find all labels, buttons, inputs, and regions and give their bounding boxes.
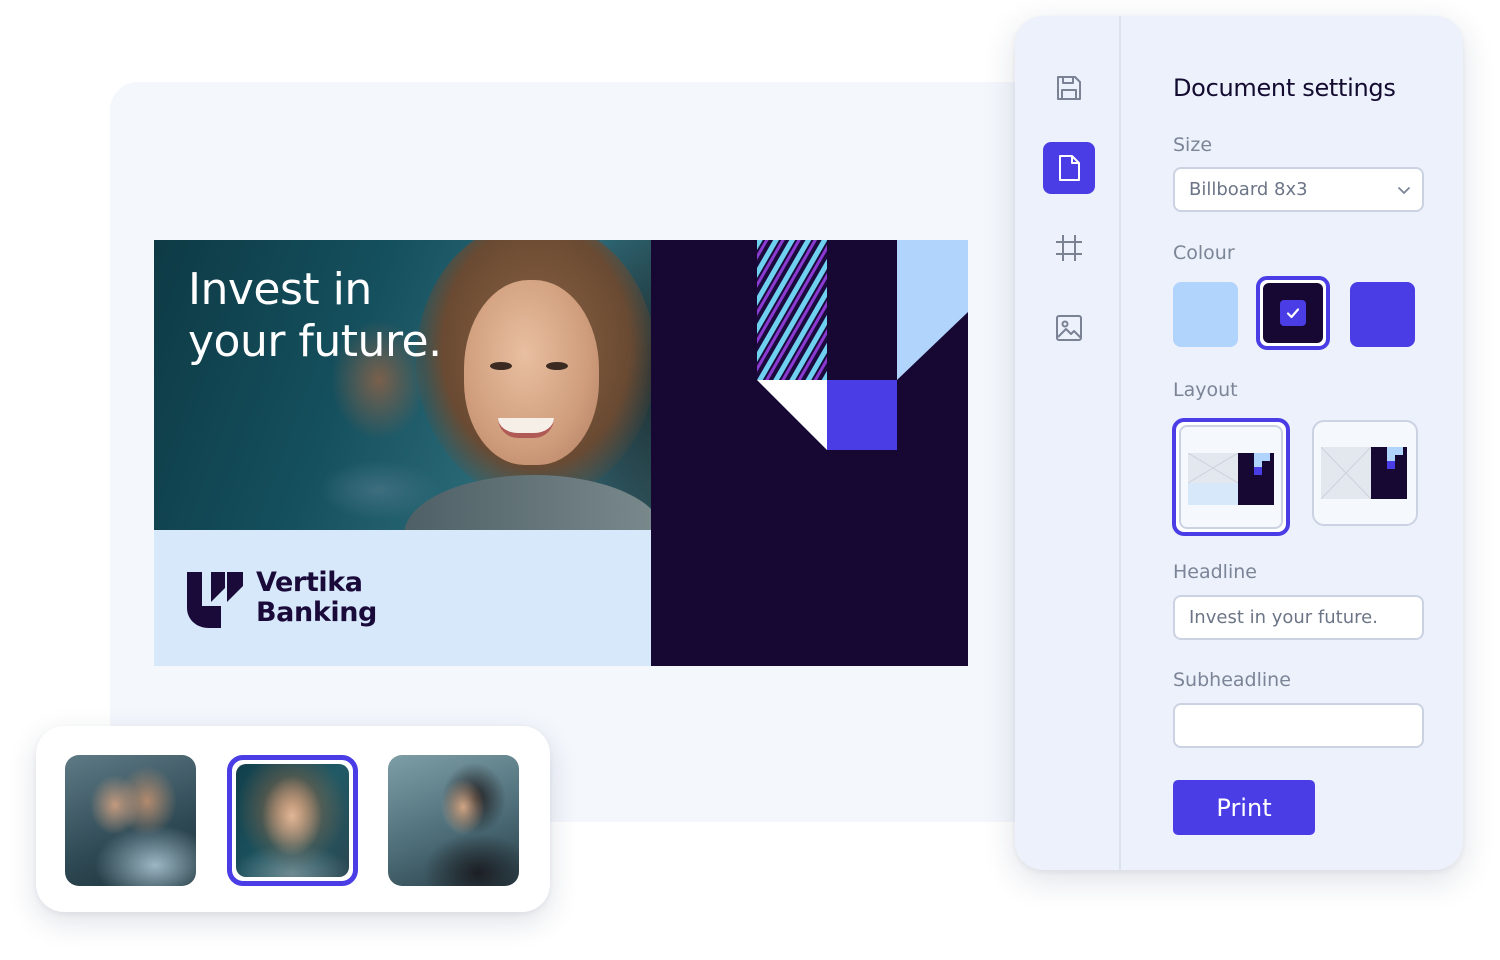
layout-option-brand-bar[interactable]: [1172, 418, 1290, 536]
document-icon: [1059, 155, 1080, 181]
layout-label: Layout: [1173, 379, 1238, 401]
headline-line-1: Invest in: [188, 264, 372, 315]
layout-full-photo-icon: [1321, 447, 1407, 499]
save-icon: [1057, 76, 1081, 100]
checkmark-icon: [1280, 300, 1306, 326]
image-thumbnail-selected[interactable]: [227, 755, 358, 886]
headline-label: Headline: [1173, 561, 1257, 583]
colour-label: Colour: [1173, 242, 1235, 264]
headline-input[interactable]: Invest in your future.: [1173, 595, 1424, 640]
settings-panel: Document settings Size Billboard 8x3 Col…: [1015, 16, 1463, 870]
headline-line-2: your future.: [188, 316, 442, 367]
brand-name-line-1: Vertika: [256, 567, 363, 598]
colour-swatch-light-blue[interactable]: [1173, 282, 1238, 347]
subheadline-label: Subheadline: [1173, 669, 1291, 691]
brand-graphic: [757, 240, 968, 450]
panel-title: Document settings: [1173, 74, 1396, 102]
image-button[interactable]: [1043, 302, 1095, 354]
brand-bar: Vertika Banking: [154, 530, 651, 666]
image-thumbnail-colleagues[interactable]: [65, 755, 196, 886]
headline-input-value: Invest in your future.: [1189, 607, 1378, 628]
size-label: Size: [1173, 134, 1213, 156]
crop-icon: [1056, 235, 1082, 261]
colour-swatch-dark: [1263, 283, 1323, 343]
image-thumbnail-smiling-woman: [236, 764, 349, 877]
colour-swatch-violet[interactable]: [1350, 282, 1415, 347]
size-select[interactable]: Billboard 8x3: [1173, 167, 1424, 212]
brand-name-line-2: Banking: [256, 597, 377, 628]
layout-brand-bar-icon: [1188, 453, 1274, 505]
size-select-value: Billboard 8x3: [1189, 179, 1308, 200]
vertika-logo-icon: [187, 572, 243, 628]
billboard-preview[interactable]: Invest in your future. Vertika Banking: [154, 240, 968, 666]
chevron-down-icon: [1398, 187, 1410, 194]
image-icon: [1056, 315, 1082, 341]
panel-divider: [1119, 16, 1121, 870]
colour-swatch-dark-selected[interactable]: [1256, 276, 1330, 350]
document-settings-button[interactable]: [1043, 142, 1095, 194]
save-button[interactable]: [1043, 62, 1095, 114]
image-picker-tray: [36, 726, 550, 912]
layout-option-full-photo[interactable]: [1312, 420, 1418, 526]
brand-name: Vertika Banking: [256, 568, 377, 628]
print-button[interactable]: Print: [1173, 780, 1315, 835]
subheadline-input[interactable]: [1173, 703, 1424, 748]
billboard-headline: Invest in your future.: [188, 264, 508, 368]
image-thumbnail-woman-profile[interactable]: [388, 755, 519, 886]
crop-button[interactable]: [1043, 222, 1095, 274]
